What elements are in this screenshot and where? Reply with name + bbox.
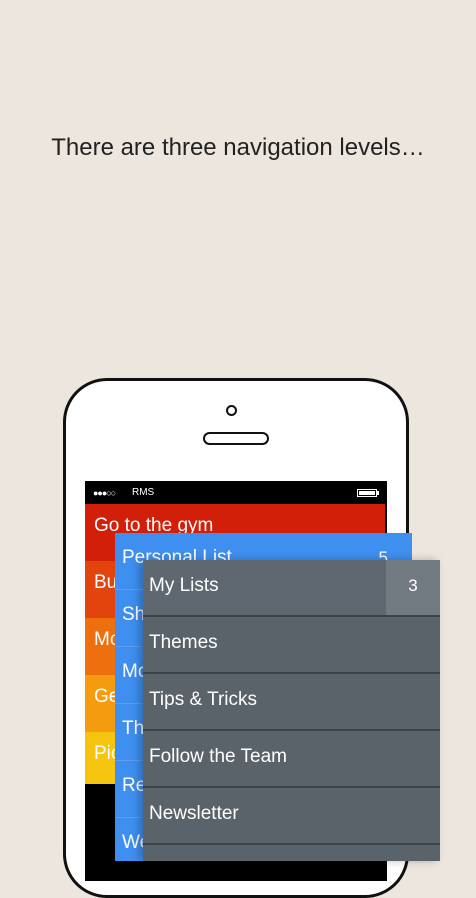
status-bar: ●●●○○ RMS xyxy=(85,481,387,505)
battery-icon xyxy=(357,489,377,497)
level3-item-label: Themes xyxy=(149,632,218,653)
signal-icon: ●●●○○ xyxy=(93,488,116,498)
level3-item-follow[interactable]: Follow the Team xyxy=(143,731,440,788)
level3-item-my-lists[interactable]: My Lists 3 xyxy=(143,560,440,617)
level2-item-label: Th xyxy=(122,718,145,739)
level3-item-tips[interactable]: Tips & Tricks xyxy=(143,674,440,731)
level3-item-label: Tips & Tricks xyxy=(149,689,258,710)
camera-icon xyxy=(226,405,237,416)
level3-item-label: My Lists xyxy=(149,575,219,596)
level3-item-newsletter[interactable]: Newsletter xyxy=(143,788,440,845)
level3-item-label: Newsletter xyxy=(149,803,239,824)
level3-item-label: Follow the Team xyxy=(149,746,287,767)
level3-item-themes[interactable]: Themes xyxy=(143,617,440,674)
carrier-label: RMS xyxy=(132,487,155,498)
level2-item-label: Sh xyxy=(122,604,146,625)
level1-item-label: Bu xyxy=(94,572,118,593)
speaker-icon xyxy=(203,432,269,445)
level3-item-count: 3 xyxy=(386,560,440,615)
level3-list: My Lists 3 Themes Tips & Tricks Follow t… xyxy=(143,560,440,861)
headline-text: There are three navigation levels… xyxy=(51,134,425,161)
battery-tip xyxy=(377,491,379,495)
